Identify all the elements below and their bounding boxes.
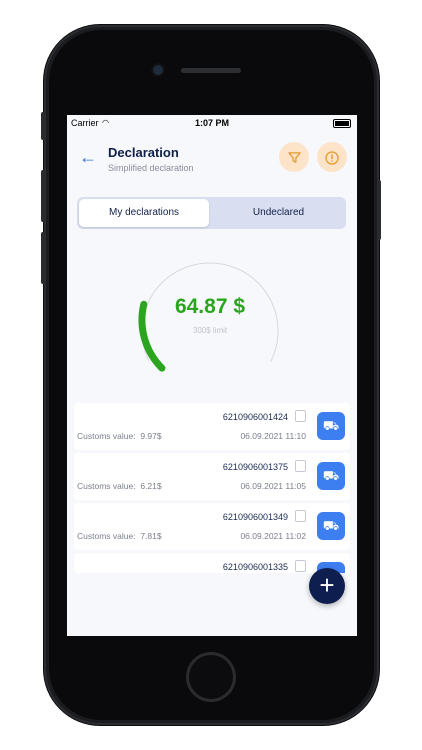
tab-my-declarations[interactable]: My declarations: [79, 199, 209, 227]
customs-value: Customs value: 6.21$: [77, 481, 162, 491]
page-title: Declaration: [108, 145, 179, 160]
declaration-number: 6210906001375: [222, 462, 288, 472]
segmented-tabs: My declarations Undeclared: [77, 197, 346, 229]
status-time: 1:07 PM: [194, 118, 229, 128]
info-button[interactable]: [317, 142, 347, 172]
power-button: [377, 180, 381, 240]
truck-icon[interactable]: ⛟: [317, 512, 345, 540]
status-bar: Carrier ◠ 1:07 PM: [67, 115, 357, 131]
customs-value: Customs value: 7.81$: [77, 531, 162, 541]
declared-amount: 64.87 $: [174, 295, 246, 318]
earpiece-speaker: [181, 68, 241, 73]
front-camera: [153, 65, 163, 75]
list-item[interactable]: 6210906001335 ⛟: [74, 553, 350, 573]
volume-up-button: [41, 170, 45, 222]
info-icon: [325, 150, 339, 165]
home-button[interactable]: [189, 655, 233, 699]
copy-icon[interactable]: [295, 410, 306, 422]
declaration-number: 6210906001424: [222, 412, 288, 422]
filter-icon: [287, 152, 301, 163]
limit-label: 300$ limit: [192, 326, 228, 335]
truck-icon[interactable]: ⛟: [317, 412, 345, 440]
list-item[interactable]: 6210906001375 Customs value: 6.21$ 06.09…: [74, 453, 350, 500]
copy-icon[interactable]: [295, 460, 306, 472]
add-declaration-button[interactable]: +: [309, 568, 345, 604]
copy-icon[interactable]: [295, 510, 306, 522]
declaration-date: 06.09.2021 11:10: [240, 431, 306, 441]
arrow-left-icon[interactable]: ←: [79, 147, 97, 168]
declaration-number: 6210906001335: [222, 562, 288, 572]
page-subtitle: Simplified declaration: [108, 163, 194, 173]
declaration-date: 06.09.2021 11:02: [240, 531, 306, 541]
declaration-list: 6210906001424 Customs value: 9.97$ 06.09…: [74, 403, 350, 576]
app-screen: Carrier ◠ 1:07 PM ← Declaration Simplifi…: [67, 115, 357, 636]
volume-down-button: [41, 232, 45, 284]
list-item[interactable]: 6210906001424 Customs value: 9.97$ 06.09…: [74, 403, 350, 450]
list-item[interactable]: 6210906001349 Customs value: 7.81$ 06.09…: [74, 503, 350, 550]
copy-icon[interactable]: [295, 560, 306, 572]
page-header: ← Declaration Simplified declaration: [67, 135, 357, 185]
declaration-date: 06.09.2021 11:05: [240, 481, 306, 491]
declaration-number: 6210906001349: [222, 512, 288, 522]
filter-button[interactable]: [279, 142, 309, 172]
customs-value: Customs value: 9.97$: [77, 431, 162, 441]
truck-icon[interactable]: ⛟: [317, 462, 345, 490]
battery-icon: [333, 119, 351, 128]
mute-switch: [41, 112, 45, 140]
tab-undeclared[interactable]: Undeclared: [213, 199, 344, 227]
